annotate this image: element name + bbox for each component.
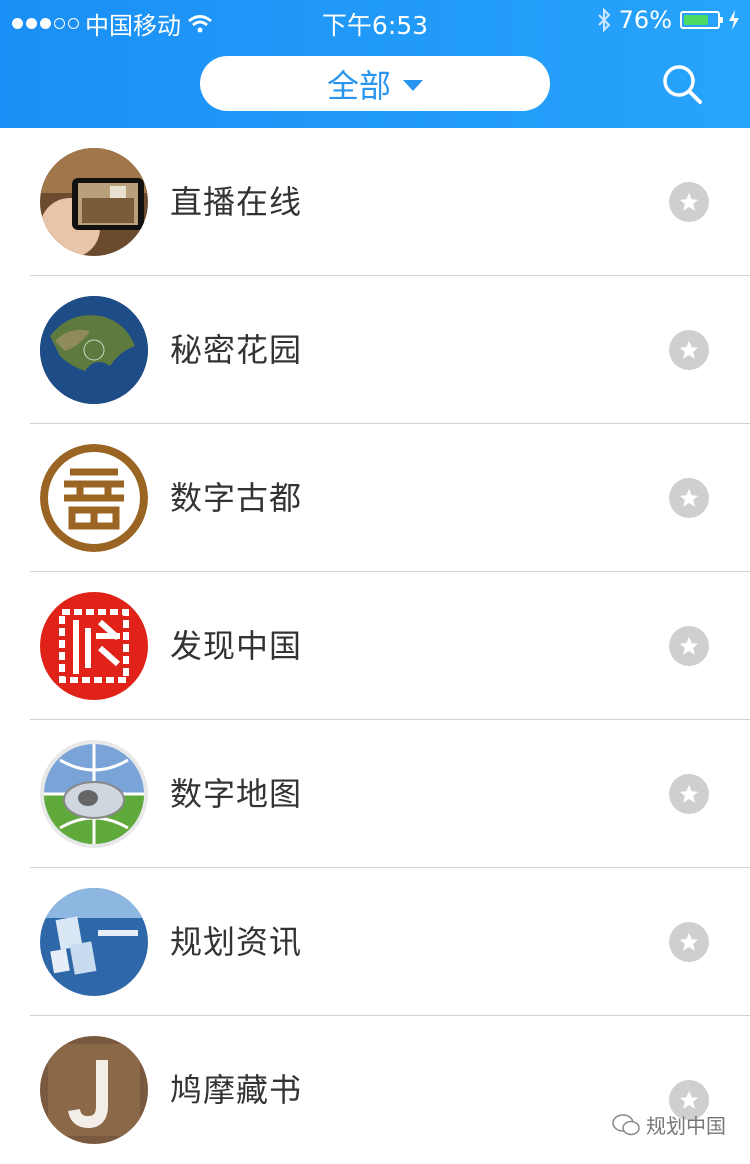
planning-news-thumbnail xyxy=(40,888,148,996)
book-j-logo xyxy=(40,1036,148,1144)
list-item-label: 鸠摩藏书 xyxy=(170,1071,303,1109)
wechat-icon xyxy=(612,1113,640,1135)
search-icon[interactable] xyxy=(660,62,704,106)
list-item[interactable]: 秘密花园 xyxy=(0,276,750,424)
list-item[interactable]: 直播在线 xyxy=(0,128,750,276)
favorite-star-icon[interactable] xyxy=(669,626,709,666)
list-item-label: 直播在线 xyxy=(170,183,303,221)
watermark: 规划中国 xyxy=(612,1110,726,1139)
favorite-star-icon[interactable] xyxy=(669,182,709,222)
watermark-text: 规划中国 xyxy=(646,1114,726,1138)
category-selector[interactable]: 全部 xyxy=(200,56,550,111)
live-broadcast-thumbnail xyxy=(40,148,148,256)
favorite-star-icon[interactable] xyxy=(669,774,709,814)
battery-icon xyxy=(680,11,723,29)
battery-percent: 76% xyxy=(618,6,672,34)
ancient-capital-emblem xyxy=(40,444,148,552)
list-item[interactable]: 数字古都 xyxy=(0,424,750,572)
status-bar: 中国移动 下午6:53 76% xyxy=(0,0,750,40)
list-item[interactable]: 鸠摩藏书 xyxy=(0,1016,750,1164)
category-selector-label: 全部 xyxy=(326,66,391,105)
list-item-label: 发现中国 xyxy=(170,627,303,665)
bluetooth-icon xyxy=(597,8,611,32)
list-item-label: 秘密花园 xyxy=(170,331,303,369)
list-item[interactable]: 数字地图 xyxy=(0,720,750,868)
list-item-label: 数字地图 xyxy=(170,775,303,813)
favorite-star-icon[interactable] xyxy=(669,330,709,370)
favorite-star-icon[interactable] xyxy=(669,478,709,518)
digital-map-globe xyxy=(40,740,148,848)
globe-thumbnail xyxy=(40,296,148,404)
favorite-star-icon[interactable] xyxy=(669,922,709,962)
charging-icon xyxy=(729,10,739,30)
app-list: 直播在线 秘密花园 数字古都 发现中国 数字地图 规划资讯 鸠摩藏书 xyxy=(0,128,750,1164)
status-right: 76% xyxy=(597,6,740,34)
list-item[interactable]: 发现中国 xyxy=(0,572,750,720)
top-bar: 中国移动 下午6:53 76% 全部 xyxy=(0,0,750,128)
chevron-down-icon xyxy=(403,80,423,91)
list-item-label: 数字古都 xyxy=(170,479,303,517)
list-item-label: 规划资讯 xyxy=(170,923,303,961)
discover-china-logo xyxy=(40,592,148,700)
list-item[interactable]: 规划资讯 xyxy=(0,868,750,1016)
